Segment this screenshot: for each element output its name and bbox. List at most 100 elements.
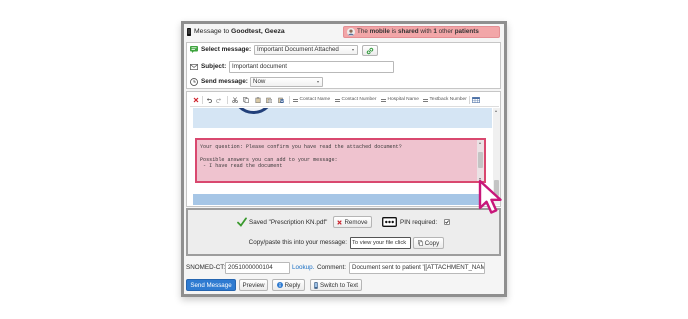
pin-required-label: PIN required: <box>400 219 438 226</box>
subject-label: Subject: <box>201 63 227 70</box>
copy-paste-input[interactable]: To view your file click <box>350 237 411 249</box>
check-icon <box>237 217 247 227</box>
attachment-status: Saved "Prescription KN.pdf" <box>249 219 328 226</box>
insert-contact-name-button[interactable]: Contact Name <box>293 95 330 105</box>
toolbar-divider <box>289 96 290 104</box>
envelope-icon <box>190 64 198 70</box>
chevron-down-icon <box>352 49 354 51</box>
alert-count: 1 <box>433 28 437 35</box>
send-message-button[interactable]: Send Message <box>186 279 236 291</box>
insert-textback-number-button[interactable]: Textback Number <box>423 95 467 105</box>
insert-field-icon <box>335 98 340 102</box>
cut-icon[interactable] <box>232 97 238 103</box>
info-icon <box>276 282 283 288</box>
toolbar-bottom-border <box>190 106 499 107</box>
comment-label: Comment: <box>317 264 347 271</box>
email-footer-banner <box>193 194 492 205</box>
clock-icon <box>190 78 198 86</box>
insert-field-icon <box>423 98 428 102</box>
scroll-up-arrow-icon[interactable] <box>494 110 497 112</box>
mobile-phone-icon <box>187 28 191 36</box>
action-buttons: Send Message Preview Reply Switch to Tex… <box>184 279 504 291</box>
toolbar-field-label: Textback Number <box>429 97 467 102</box>
attachment-panel: Saved "Prescription KN.pdf" Remove PIN r… <box>186 208 501 256</box>
insert-hospital-name-button[interactable]: Hospital Name <box>381 95 419 105</box>
select-message-label: Select message: <box>201 46 252 53</box>
send-time-dropdown[interactable]: Now <box>250 77 323 87</box>
send-time-value: Now <box>253 78 266 85</box>
copy-paste-label: Copy/paste this into your message: <box>248 239 347 246</box>
undo-icon[interactable] <box>206 97 212 103</box>
remove-attachment-button[interactable]: Remove <box>333 216 372 228</box>
alert-word: with <box>420 28 432 35</box>
remove-icon <box>337 219 343 225</box>
alert-word: mobile <box>369 28 390 35</box>
toolbar-field-label: Contact Name <box>299 97 331 102</box>
select-message-dropdown[interactable]: Important Document Attached <box>254 45 358 55</box>
remove-label: Remove <box>344 218 368 226</box>
alert-word: shared <box>397 28 419 35</box>
send-message-label: Send Message <box>190 281 232 289</box>
reply-button[interactable]: Reply <box>272 279 305 291</box>
switch-to-text-label: Switch to Text <box>319 281 359 289</box>
user-avatar-icon <box>346 28 355 36</box>
insert-contact-number-button[interactable]: Contact Number <box>335 95 376 105</box>
scrollbar-thumb[interactable] <box>478 152 483 168</box>
recipient-name: Goodtest, Geeza <box>231 28 285 35</box>
mouse-pointer-icon <box>477 178 505 216</box>
snomed-input[interactable]: 2051000000104 <box>225 262 290 274</box>
preview-label: Preview <box>242 281 265 289</box>
recipient-title: Message to Goodtest, Geeza <box>194 26 285 38</box>
pin-required-checkbox[interactable] <box>444 219 450 225</box>
copy-icon[interactable] <box>243 97 249 103</box>
copy-button-label: Copy <box>424 239 440 247</box>
question-text-block: Your question: Please confirm you have r… <box>200 144 402 170</box>
toolbar-divider <box>202 96 203 104</box>
alert-word: The <box>357 28 368 35</box>
toolbar-field-label: Hospital Name <box>387 97 419 102</box>
insert-field-icon <box>381 98 386 102</box>
compose-fields-panel: Select message: Important Document Attac… <box>186 42 501 89</box>
preview-button[interactable]: Preview <box>239 279 268 291</box>
recipient-header: Message to Goodtest, Geeza <box>187 26 337 38</box>
coding-row: SNOMED-CT: 2051000000104 Lookup. Comment… <box>184 262 504 274</box>
subject-input[interactable]: Important document <box>229 61 394 73</box>
message-editor: Contact Name Contact Number Hospital Nam… <box>186 91 501 207</box>
toolbar-field-label: Contact Number <box>341 97 377 102</box>
send-message-label: Send message: <box>201 78 248 85</box>
toolbar-divider <box>469 96 470 104</box>
alert-word: other <box>438 28 453 35</box>
question-box-scrollbar[interactable] <box>477 140 484 181</box>
mobile-phone-icon <box>314 281 318 289</box>
alert-text: The mobile is shared with 1 other patien… <box>357 27 479 37</box>
select-message-value: Important Document Attached <box>257 46 339 53</box>
lookup-link[interactable]: Lookup. <box>292 262 314 274</box>
message-dialog: Message to Goodtest, Geeza The mobile is… <box>181 21 507 297</box>
recipient-prefix: Message to <box>194 28 230 35</box>
answer-item: - I have read the document <box>203 163 283 169</box>
question-box: Your question: Please confirm you have r… <box>195 138 486 183</box>
snomed-label: SNOMED-CT: <box>186 264 226 271</box>
paste-icon[interactable] <box>255 97 261 103</box>
link-template-button[interactable] <box>362 45 378 56</box>
reply-label: Reply <box>284 281 301 289</box>
alert-word: patients <box>454 28 479 35</box>
comment-input[interactable]: Document sent to patient '[[ATTACHMENT_N… <box>349 262 485 274</box>
link-icon <box>366 47 374 55</box>
copy-button[interactable]: Copy <box>413 237 444 249</box>
alert-word: is <box>391 28 397 35</box>
toolbar-divider <box>227 96 228 104</box>
redo-icon[interactable] <box>216 97 222 103</box>
paste-word-icon[interactable] <box>278 97 284 103</box>
scroll-up-arrow-icon[interactable] <box>478 141 481 144</box>
table-icon[interactable] <box>472 97 480 103</box>
password-icon <box>382 217 397 227</box>
clear-formatting-icon[interactable] <box>193 97 199 103</box>
question-line: Your question: Please confirm you have r… <box>200 143 402 150</box>
email-header-banner <box>193 108 492 128</box>
editor-content[interactable]: Your question: Please confirm you have r… <box>193 108 492 205</box>
switch-to-text-button[interactable]: Switch to Text <box>310 279 362 291</box>
insert-field-icon <box>293 98 298 102</box>
message-template-icon <box>190 46 198 53</box>
paste-text-icon[interactable] <box>266 97 272 103</box>
